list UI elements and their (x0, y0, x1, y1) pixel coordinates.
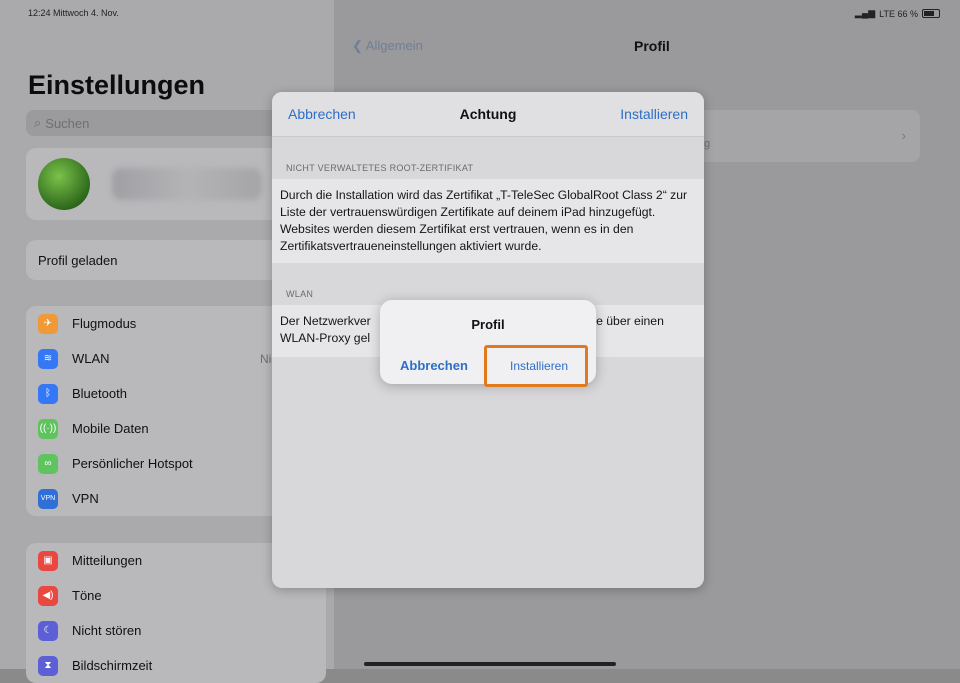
profile-loaded-label: Profil geladen (38, 252, 118, 268)
sheet-install-button[interactable]: Installieren (620, 106, 688, 122)
vpn-icon: VPN (38, 488, 58, 509)
sidebar-item-label: VPN (72, 491, 99, 506)
status-time-date: 12:24 Mittwoch 4. Nov. (28, 8, 119, 18)
root-cert-section-header: NICHT VERWALTETES ROOT-ZERTIFIKAT (286, 163, 474, 173)
moon-icon: ☾ (38, 620, 58, 641)
search-icon: ⌕ (34, 115, 42, 130)
sidebar-item-label: Bildschirmzeit (72, 658, 153, 673)
sidebar-item-label: Bluetooth (72, 386, 127, 401)
chevron-left-icon: ❮ (352, 38, 366, 53)
chevron-right-icon: › (901, 128, 906, 143)
ipad-screen: Einstellungen ⌕ Suchen Profil geladen ✈ … (0, 0, 960, 683)
sidebar-item-nicht-stoeren[interactable]: ☾ Nicht stören (26, 613, 326, 648)
home-indicator[interactable] (364, 662, 616, 666)
detail-card-text: g (704, 138, 711, 150)
sidebar-item-label: Persönlicher Hotspot (72, 456, 193, 471)
status-bar: 12:24 Mittwoch 4. Nov. ▂▄▆ LTE 66 % (0, 0, 960, 24)
wlan-text-right: se über einen (590, 314, 664, 328)
sidebar-item-label: Mobile Daten (72, 421, 149, 436)
sidebar-item-label: Nicht stören (72, 623, 142, 638)
avatar (38, 158, 90, 210)
battery-icon (922, 9, 940, 18)
back-label: Allgemein (365, 38, 423, 53)
antenna-icon: ((·)) (38, 418, 58, 439)
bluetooth-icon: ᛒ (38, 383, 58, 404)
status-right: ▂▄▆ LTE 66 % (855, 8, 940, 19)
alert-title: Profil (471, 317, 505, 332)
wifi-icon: ≋ (38, 348, 58, 369)
sound-icon: ◀) (38, 585, 58, 606)
back-button[interactable]: ❮ Allgemein (352, 38, 423, 54)
signal-icon: ▂▄▆ (854, 8, 876, 18)
detail-title: Profil (634, 38, 670, 54)
search-placeholder: Suchen (45, 115, 90, 131)
hourglass-icon: ⧗ (38, 655, 58, 676)
sidebar-item-label: Flugmodus (72, 316, 137, 331)
sidebar-item-bildschirmzeit[interactable]: ⧗ Bildschirmzeit (26, 648, 326, 683)
sidebar-title: Einstellungen (28, 70, 206, 100)
alert-cancel-button[interactable]: Abbrechen (400, 358, 468, 373)
highlight-annotation (484, 345, 588, 387)
root-cert-warning-text: Durch die Installation wird das Zertifik… (272, 179, 704, 263)
sheet-header: Abbrechen Achtung Installieren (272, 92, 704, 137)
notifications-icon: ▣ (38, 550, 58, 571)
sidebar-item-label: WLAN (72, 351, 110, 366)
hotspot-icon: ∞ (38, 453, 58, 474)
wlan-section-header: WLAN (286, 289, 314, 299)
sidebar-item-label: Mitteilungen (72, 553, 143, 568)
airplane-icon: ✈ (38, 313, 58, 334)
network-status: LTE 66 % (879, 8, 918, 19)
blurred-account-name (112, 168, 262, 200)
sidebar-item-label: Töne (72, 588, 102, 603)
